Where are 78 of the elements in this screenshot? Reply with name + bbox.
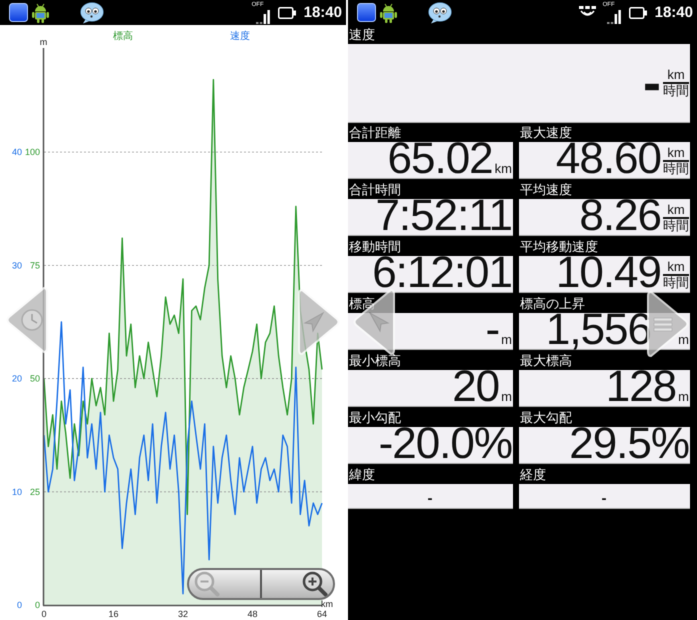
axis-tick-label: 64: [317, 609, 327, 619]
axis-tick-label: 48: [248, 609, 258, 619]
axis-tick-label: 0: [42, 609, 46, 619]
robot-icon: [379, 2, 398, 22]
stat-label: 平均移動速度: [519, 238, 599, 256]
unit-label: m: [501, 390, 512, 403]
stat-label: 緯度: [348, 466, 376, 484]
axis-tick-label: 75: [30, 260, 40, 270]
stat-value: -: [600, 490, 608, 508]
stat-value: 6:12:01: [372, 257, 512, 289]
unit-label: km: [494, 162, 512, 175]
signal-icon: [256, 10, 270, 24]
axis-tick-label: 50: [30, 374, 40, 384]
legend-label: 速度: [230, 31, 250, 42]
stat-label: 最大速度: [519, 124, 573, 142]
stat-value: 8.26: [579, 200, 661, 232]
clock-icon: [21, 309, 43, 331]
stat-value: -: [643, 63, 661, 103]
axis-unit-label: m: [40, 37, 48, 47]
axis-tick-label: 30: [12, 260, 22, 270]
axis-tick-label: 40: [12, 147, 22, 158]
square-app-icon: [357, 3, 376, 22]
axis-tick-label: 20: [12, 374, 22, 384]
chat-bubble-icon: [428, 2, 452, 24]
status-time: 18:40: [654, 4, 693, 22]
stat-label: 最大勾配: [519, 409, 573, 427]
status-time: 18:40: [304, 4, 342, 22]
stat-value: 29.5%: [569, 428, 689, 460]
stat-label: 速度: [348, 26, 376, 44]
stat-value: -20.0%: [378, 428, 512, 460]
unit-label: km: [666, 203, 686, 217]
stat-value: 128: [606, 371, 676, 403]
axis-tick-label: 0: [16, 600, 22, 610]
navigation-arrow-icon: [303, 312, 324, 333]
battery-icon: [628, 6, 647, 18]
unit-label: m: [501, 333, 512, 346]
unit-label: km: [666, 146, 686, 160]
square-app-icon: [9, 3, 28, 22]
stat-label: 標高の上昇: [519, 295, 586, 313]
stat-label: 最小標高: [348, 352, 402, 370]
zoom-out-icon: [194, 571, 220, 597]
stat-label: 合計時間: [348, 181, 402, 199]
stat-value: 10.49: [556, 257, 661, 289]
stat-value: 20: [452, 371, 500, 403]
unit-label: m: [678, 390, 689, 403]
stat-label: 最大標高: [519, 352, 573, 370]
axis-tick-label: 100: [24, 147, 40, 158]
zoom-in-icon: [302, 571, 328, 597]
axis-tick-label: 32: [178, 609, 188, 619]
unit-label: m: [678, 333, 689, 346]
battery-icon: [278, 6, 296, 18]
axis-unit-label: km: [321, 599, 333, 609]
unit-label: 時間: [663, 276, 689, 290]
stat-label: 移動時間: [348, 238, 402, 256]
signal-icon: [606, 10, 621, 24]
stat-label: 最小勾配: [348, 409, 402, 427]
axis-tick-label: 25: [30, 486, 40, 497]
unit-label: 時間: [663, 84, 689, 98]
legend-label: 標高: [113, 31, 133, 42]
axis-tick-label: 10: [12, 486, 22, 497]
stat-label: 平均速度: [519, 181, 573, 199]
unit-label: 時間: [663, 219, 689, 233]
stat-label: 標高: [348, 295, 376, 313]
stat-value: -: [486, 314, 500, 346]
stat-value: 7:52:11: [375, 200, 512, 232]
stat-label: 合計距離: [348, 124, 402, 142]
list-icon: [654, 318, 672, 332]
unit-label: km: [666, 68, 686, 82]
axis-tick-label: 0: [34, 600, 40, 610]
stat-value: 65.02: [388, 143, 493, 175]
stat-value: 48.60: [556, 143, 661, 175]
unit-label: km: [666, 260, 686, 274]
unit-label: 時間: [663, 162, 689, 176]
stat-label: 経度: [519, 466, 547, 484]
navigation-arrow-icon: [368, 312, 390, 333]
robot-icon: [31, 2, 50, 22]
stat-value: -: [426, 490, 434, 508]
axis-tick-label: 16: [108, 609, 118, 619]
